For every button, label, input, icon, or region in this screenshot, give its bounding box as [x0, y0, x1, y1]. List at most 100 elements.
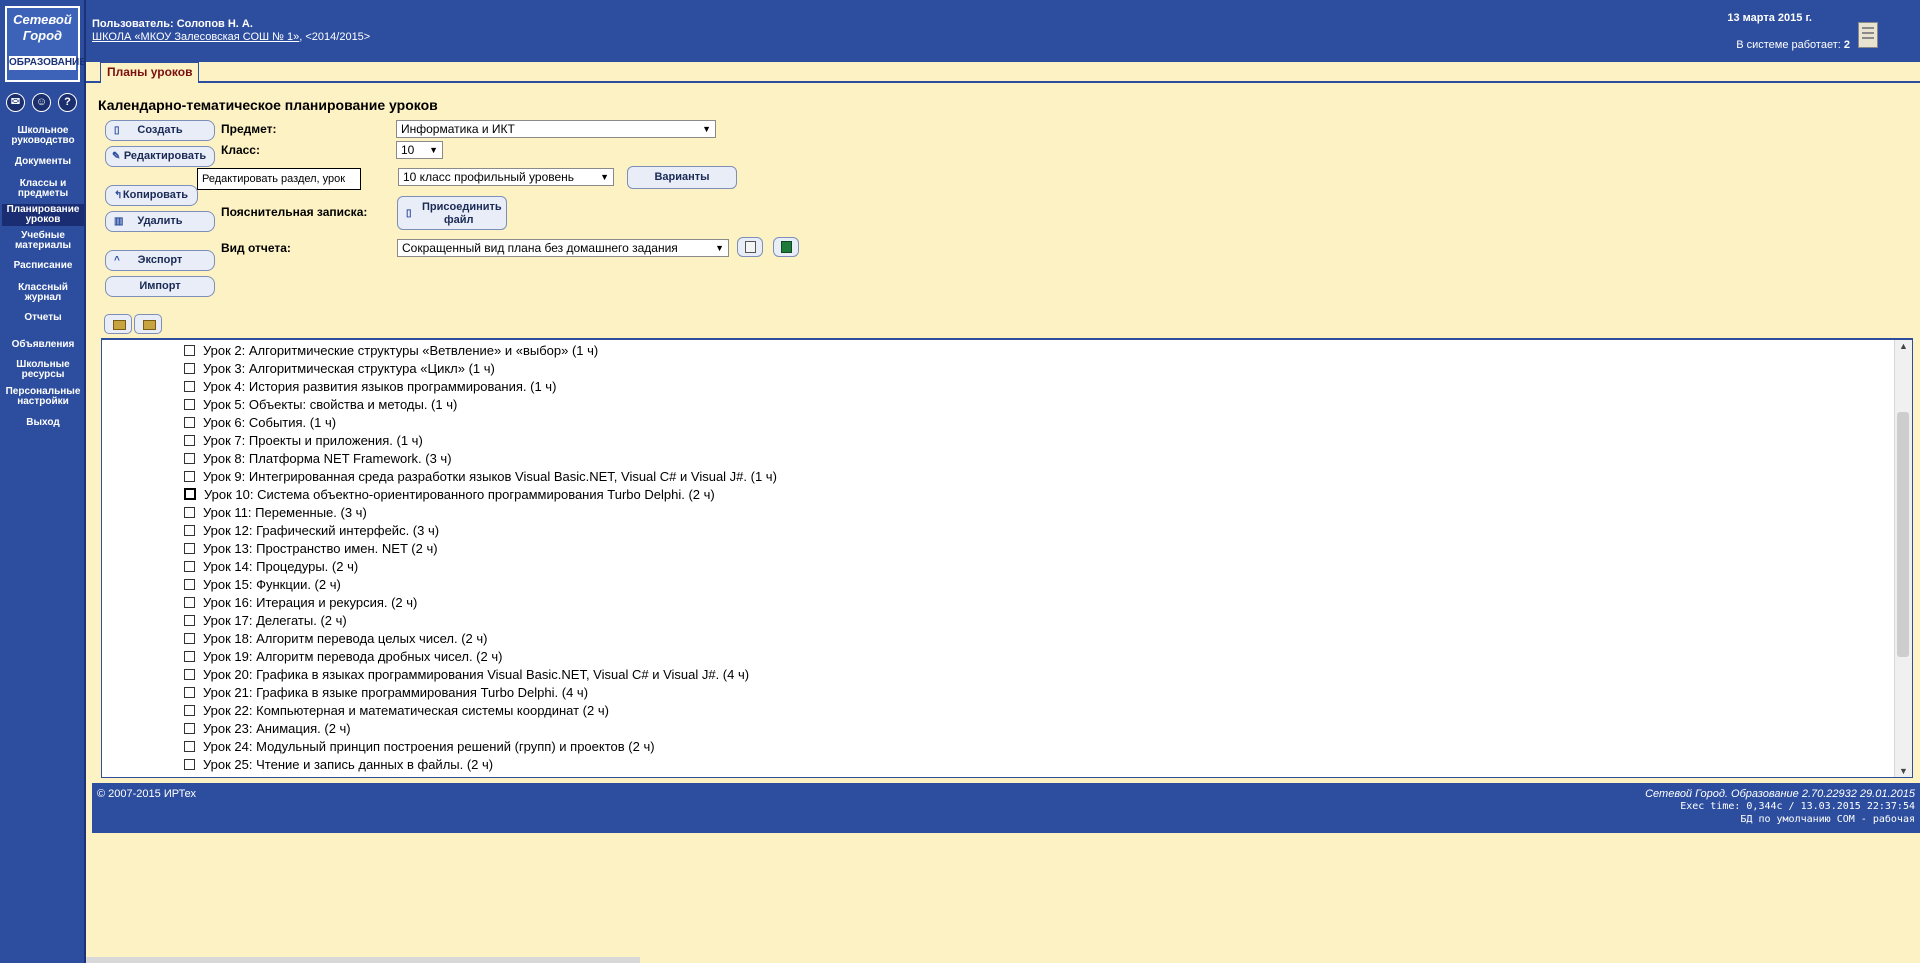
- lesson-checkbox[interactable]: [184, 615, 195, 626]
- horizontal-scrollbar[interactable]: [86, 957, 640, 963]
- sidebar-item-school-management[interactable]: Школьное руководство: [2, 126, 84, 146]
- lesson-checkbox[interactable]: [184, 777, 195, 778]
- lesson-title: Урок 17: Делегаты. (2 ч): [203, 613, 347, 628]
- lesson-row[interactable]: Урок 5: Объекты: свойства и методы. (1 ч…: [184, 396, 1892, 414]
- lesson-title: Урок 14: Процедуры. (2 ч): [203, 559, 359, 574]
- lesson-row[interactable]: Урок 22: Компьютерная и математическая с…: [184, 702, 1892, 720]
- lesson-checkbox[interactable]: [184, 579, 195, 590]
- lesson-checkbox[interactable]: [184, 471, 195, 482]
- lesson-checkbox[interactable]: [184, 561, 195, 572]
- scroll-up-icon[interactable]: ▲: [1899, 341, 1908, 351]
- lesson-checkbox[interactable]: [184, 363, 195, 374]
- lesson-checkbox[interactable]: [184, 741, 195, 752]
- lesson-row[interactable]: Урок 3: Алгоритмическая структура «Цикл»…: [184, 360, 1892, 378]
- lesson-row[interactable]: Урок 15: Функции. (2 ч): [184, 576, 1892, 594]
- variants-button[interactable]: Варианты: [627, 166, 737, 189]
- lesson-row[interactable]: Урок 9: Интегрированная среда разработки…: [184, 468, 1892, 486]
- sidebar-item-announcements[interactable]: Объявления: [2, 340, 84, 350]
- lesson-row[interactable]: Урок 25: Чтение и запись данных в файлы.…: [184, 756, 1892, 774]
- sidebar-item-schedule[interactable]: Расписание: [2, 261, 84, 271]
- vertical-scrollbar[interactable]: ▲ ▼: [1894, 340, 1912, 777]
- lesson-row[interactable]: Урок 8: Платформа NET Framework. (3 ч): [184, 450, 1892, 468]
- print-report-button[interactable]: [737, 237, 763, 257]
- lesson-row[interactable]: Урок 6: События. (1 ч): [184, 414, 1892, 432]
- edit-button[interactable]: ✎ Редактировать: [105, 146, 215, 167]
- import-button[interactable]: Импорт: [105, 276, 215, 297]
- lesson-row[interactable]: Урок 21: Графика в языке программировани…: [184, 684, 1892, 702]
- lesson-checkbox[interactable]: [184, 525, 195, 536]
- lesson-row[interactable]: Урок 19: Алгоритм перевода дробных чисел…: [184, 648, 1892, 666]
- lesson-title: Урок 26: Массивы. Заполнение массивов. (…: [203, 775, 485, 777]
- lesson-checkbox[interactable]: [184, 453, 195, 464]
- lesson-checkbox[interactable]: [184, 669, 195, 680]
- lesson-checkbox[interactable]: [184, 723, 195, 734]
- lesson-checkbox[interactable]: [184, 435, 195, 446]
- excel-export-button[interactable]: [773, 237, 799, 257]
- lesson-checkbox[interactable]: [184, 345, 195, 356]
- lesson-row[interactable]: Урок 12: Графический интерфейс. (3 ч): [184, 522, 1892, 540]
- left-sidebar: Сетевой Город ОБРАЗОВАНИЕ ✉ ☺ ? Школьное…: [0, 0, 86, 963]
- sidebar-item-school-resources[interactable]: Школьные ресурсы: [2, 360, 84, 380]
- sidebar-item-classes[interactable]: Классы и предметы: [2, 179, 84, 199]
- report-label: Вид отчета:: [221, 241, 291, 255]
- lesson-title: Урок 4: История развития языков программ…: [203, 379, 557, 394]
- lesson-row[interactable]: Урок 23: Анимация. (2 ч): [184, 720, 1892, 738]
- class-select[interactable]: 10 ▼: [396, 141, 443, 159]
- lesson-checkbox[interactable]: [184, 543, 195, 554]
- lesson-row[interactable]: Урок 4: История развития языков программ…: [184, 378, 1892, 396]
- lesson-row[interactable]: Урок 24: Модульный принцип построения ре…: [184, 738, 1892, 756]
- help-icon[interactable]: ?: [58, 93, 77, 112]
- lesson-row[interactable]: Урок 17: Делегаты. (2 ч): [184, 612, 1892, 630]
- logo[interactable]: Сетевой Город ОБРАЗОВАНИЕ: [5, 6, 86, 82]
- scroll-thumb[interactable]: [1897, 412, 1909, 657]
- sidebar-item-lesson-planning[interactable]: Планирование уроков: [2, 204, 84, 226]
- sidebar-item-documents[interactable]: Документы: [2, 157, 84, 167]
- lesson-row[interactable]: Урок 2: Алгоритмические структуры «Ветвл…: [184, 342, 1892, 360]
- lesson-row[interactable]: Урок 18: Алгоритм перевода целых чисел. …: [184, 630, 1892, 648]
- lesson-checkbox[interactable]: [184, 381, 195, 392]
- lesson-row[interactable]: Урок 13: Пространство имен. NET (2 ч): [184, 540, 1892, 558]
- people-icon[interactable]: ☺: [32, 93, 51, 112]
- copy-button[interactable]: ↰ Копировать: [105, 185, 198, 206]
- mail-icon[interactable]: ✉: [6, 93, 25, 112]
- subject-select[interactable]: Информатика и ИКТ ▼: [396, 120, 716, 138]
- sidebar-item-class-journal[interactable]: Классный журнал: [2, 283, 84, 303]
- online-label: В системе работает:: [1736, 39, 1841, 51]
- lesson-row[interactable]: Урок 10: Система объектно-ориентированно…: [184, 486, 1892, 504]
- school-link[interactable]: ШКОЛА «МКОУ Залесовская СОШ № 1»: [92, 31, 299, 43]
- online-users-icon[interactable]: [1858, 22, 1878, 48]
- sidebar-item-logout[interactable]: Выход: [2, 418, 84, 428]
- lesson-row[interactable]: Урок 11: Переменные. (3 ч): [184, 504, 1892, 522]
- tab-lesson-plans[interactable]: Планы уроков: [100, 62, 200, 83]
- lesson-checkbox[interactable]: [184, 597, 195, 608]
- lesson-row[interactable]: Урок 20: Графика в языках программирован…: [184, 666, 1892, 684]
- lesson-title: Урок 22: Компьютерная и математическая с…: [203, 703, 609, 718]
- attach-file-button[interactable]: ▯ Присоединить файл: [397, 196, 507, 230]
- lesson-checkbox[interactable]: [184, 488, 196, 500]
- create-button[interactable]: ▯ Создать: [105, 120, 215, 141]
- sidebar-item-learning-materials[interactable]: Учебные материалы: [2, 231, 84, 251]
- database-info: БД по умолчанию COM - рабочая: [1740, 814, 1915, 825]
- lesson-row[interactable]: Урок 14: Процедуры. (2 ч): [184, 558, 1892, 576]
- lesson-checkbox[interactable]: [184, 633, 195, 644]
- lesson-checkbox[interactable]: [184, 507, 195, 518]
- lesson-checkbox[interactable]: [184, 399, 195, 410]
- lesson-checkbox[interactable]: [184, 687, 195, 698]
- lesson-row[interactable]: Урок 26: Массивы. Заполнение массивов. (…: [184, 774, 1892, 778]
- export-button[interactable]: ^ Экспорт: [105, 250, 215, 271]
- collapse-all-button[interactable]: [134, 314, 162, 334]
- sidebar-item-reports[interactable]: Отчеты: [2, 313, 84, 323]
- lesson-row[interactable]: Урок 16: Итерация и рекурсия. (2 ч): [184, 594, 1892, 612]
- lesson-checkbox[interactable]: [184, 651, 195, 662]
- variant-select[interactable]: 10 класс профильный уровень ▼: [398, 168, 614, 186]
- lesson-checkbox[interactable]: [184, 705, 195, 716]
- scroll-down-icon[interactable]: ▼: [1899, 766, 1908, 776]
- delete-button[interactable]: ▥ Удалить: [105, 211, 215, 232]
- lesson-title: Урок 25: Чтение и запись данных в файлы.…: [203, 757, 494, 772]
- expand-all-button[interactable]: [104, 314, 132, 334]
- sidebar-item-personal-settings[interactable]: Персональные настройки: [2, 387, 84, 407]
- lesson-row[interactable]: Урок 7: Проекты и приложения. (1 ч): [184, 432, 1892, 450]
- report-type-select[interactable]: Сокращенный вид плана без домашнего зада…: [397, 239, 729, 257]
- lesson-checkbox[interactable]: [184, 417, 195, 428]
- lesson-checkbox[interactable]: [184, 759, 195, 770]
